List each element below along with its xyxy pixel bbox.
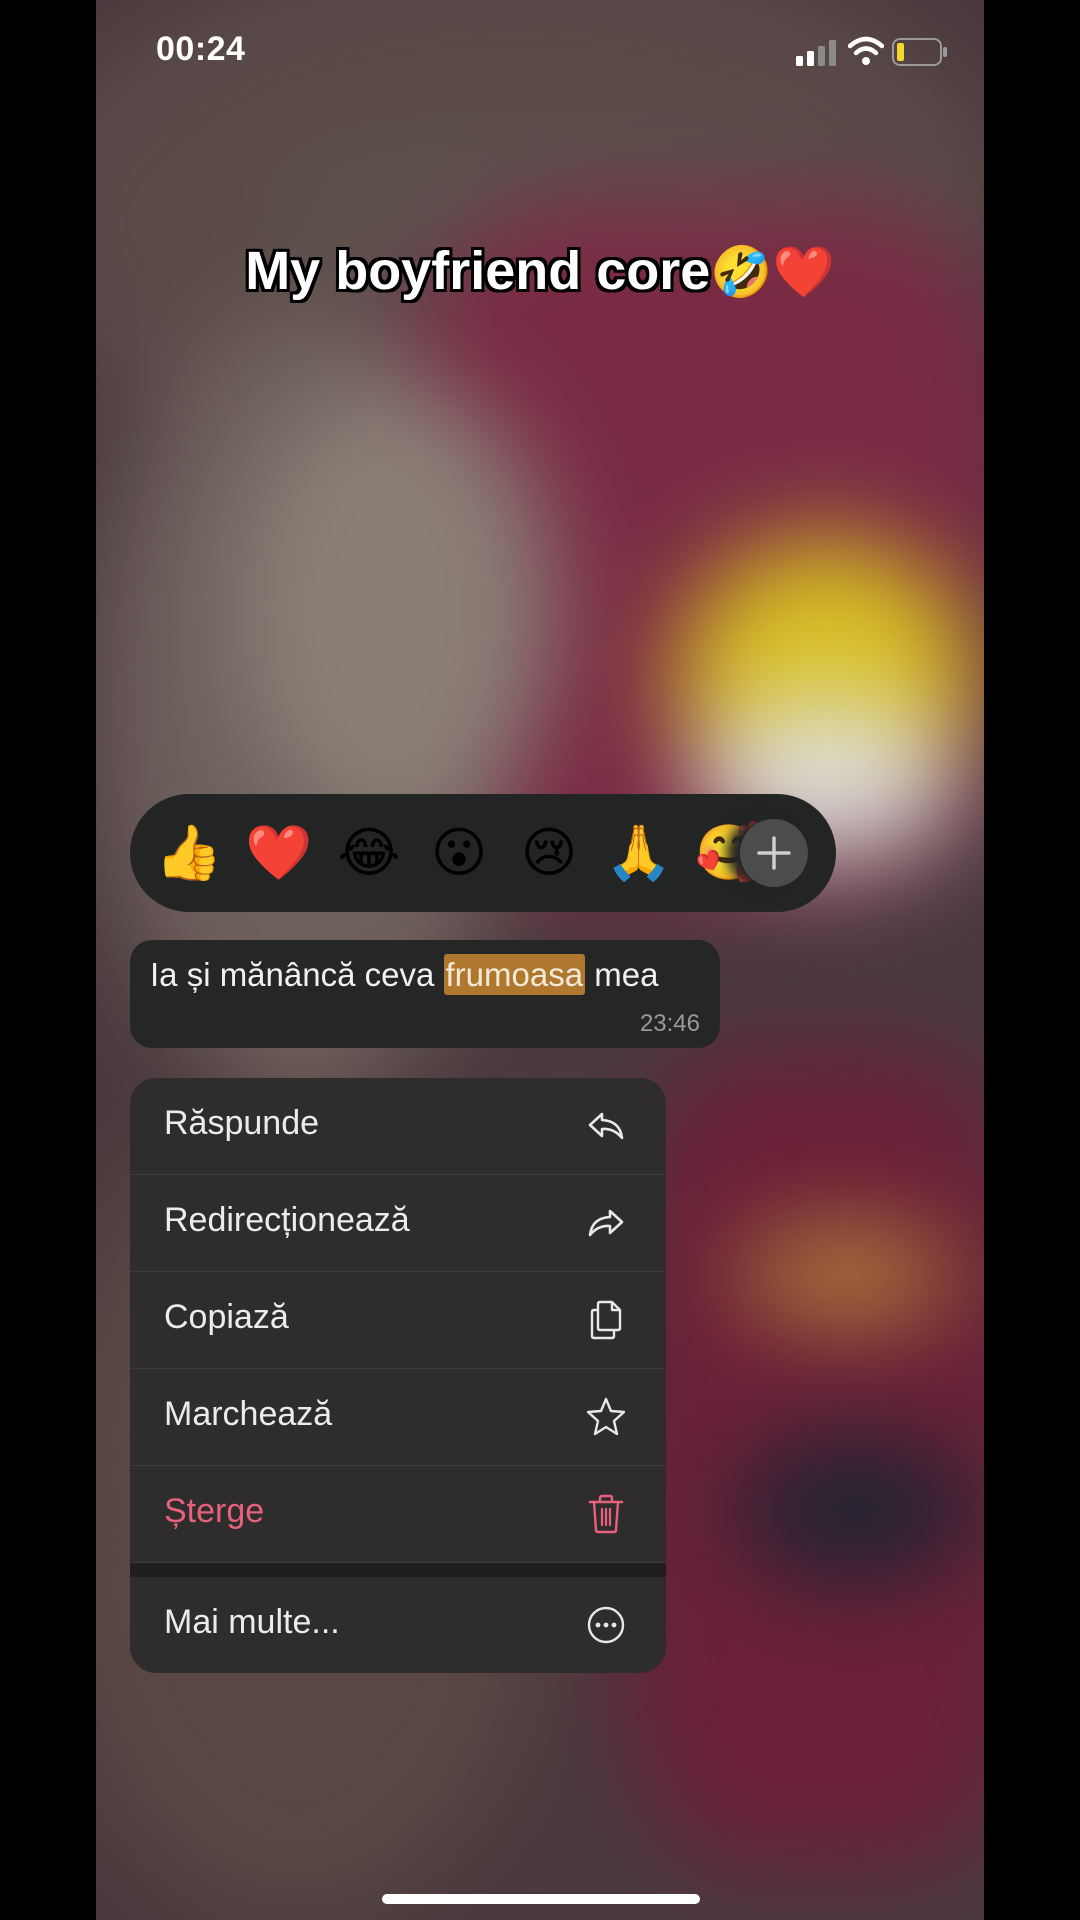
home-indicator[interactable] [382, 1894, 700, 1904]
copy-icon [590, 1300, 622, 1340]
forward-icon [588, 1209, 624, 1237]
message-bubble[interactable]: Ia și mănâncă ceva frumoasa mea 23:46 [130, 940, 720, 1048]
menu-item-reply[interactable]: Răspunde [130, 1078, 666, 1175]
signal-icon [796, 40, 836, 66]
star-icon [586, 1397, 626, 1436]
context-menu: Răspunde Redirecționează Copiază Marchea… [130, 1078, 666, 1673]
reaction-surprised[interactable]: 😮 [424, 818, 494, 888]
menu-separator [130, 1563, 666, 1577]
caption-emoji: 🤣❤️ [710, 244, 835, 300]
menu-item-label: Răspunde [164, 1104, 320, 1142]
menu-item-star[interactable]: Marchează [130, 1369, 666, 1466]
battery-icon [892, 38, 947, 66]
reaction-crying[interactable]: 😢 [514, 818, 584, 888]
more-circle-icon [587, 1606, 625, 1644]
menu-item-label: Marchează [164, 1395, 333, 1433]
trash-icon [588, 1494, 624, 1534]
video-caption: My boyfriend core🤣❤️ [96, 240, 984, 302]
reaction-folded-hands[interactable]: 🙏 [604, 818, 674, 888]
reply-icon [588, 1112, 624, 1140]
message-text-start: Ia și mănâncă ceva [150, 956, 444, 993]
menu-item-label: Mai multe... [164, 1603, 340, 1641]
message-highlight: frumoasa [443, 954, 586, 995]
reaction-heart[interactable]: ❤️ [244, 818, 314, 888]
reaction-thumbs-up[interactable]: 👍 [154, 818, 224, 888]
menu-item-more[interactable]: Mai multe... [130, 1577, 666, 1673]
menu-item-label: Redirecționează [164, 1201, 410, 1239]
status-bar: 00:24 [96, 0, 984, 110]
menu-item-delete[interactable]: Șterge [130, 1466, 666, 1563]
more-reactions-button[interactable] [740, 819, 808, 887]
menu-item-forward[interactable]: Redirecționează [130, 1175, 666, 1272]
message-timestamp: 23:46 [639, 1010, 700, 1037]
reaction-tears-of-joy[interactable]: 😂 [334, 818, 404, 888]
caption-text: My boyfriend core [245, 241, 711, 301]
menu-item-label: Copiază [164, 1298, 289, 1336]
plus-icon [757, 836, 791, 870]
wifi-icon [848, 36, 884, 65]
message-text-end: mea [585, 956, 659, 993]
message-text: Ia și mănâncă ceva frumoasa mea [150, 954, 659, 995]
menu-item-label: Șterge [164, 1492, 265, 1530]
phone-screen: 00:24 My boyfriend core🤣❤️ 👍 ❤️ 😂 😮 😢 🙏 … [96, 0, 984, 1920]
status-time: 00:24 [156, 30, 246, 68]
menu-item-copy[interactable]: Copiază [130, 1272, 666, 1369]
reaction-bar: 👍 ❤️ 😂 😮 😢 🙏 🥰 [130, 794, 836, 912]
